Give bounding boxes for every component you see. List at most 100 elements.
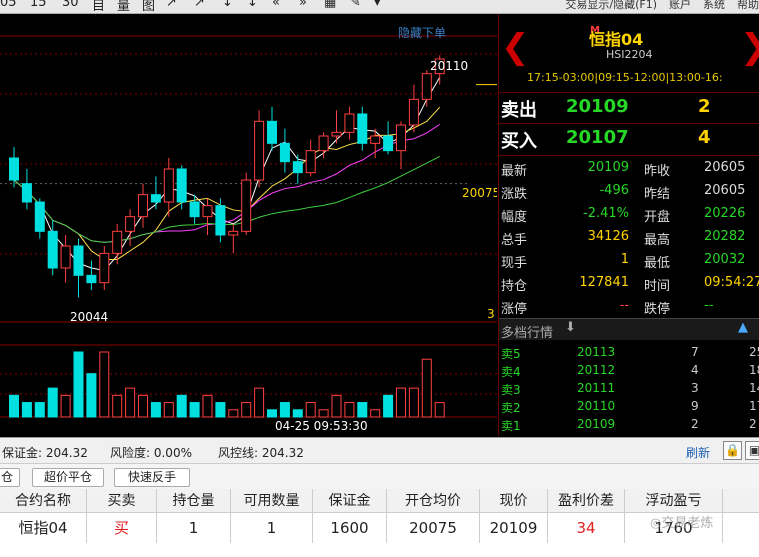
toolbar: 05 15 30 目量图 ↗ ↗ ↓ ↓ « » ▦ ✎ ▾ 交易显示/隐藏(F1) 账户 系统 帮助 xyxy=(0,0,759,14)
expand-icon[interactable]: ▣ xyxy=(745,441,759,460)
buy-price[interactable]: 20107 xyxy=(566,127,629,148)
column-header[interactable]: 开仓均价 xyxy=(387,489,480,512)
buy-row[interactable]: 买入 20107 4 xyxy=(499,123,759,154)
forward-icon[interactable]: » xyxy=(299,0,307,10)
candle-body xyxy=(279,142,290,163)
candle-body xyxy=(305,150,316,174)
toolbar-right-menu: 交易显示/隐藏(F1) 账户 系统 帮助 xyxy=(553,0,759,12)
next-contract-icon[interactable]: ❯ xyxy=(740,30,759,64)
ma-line-24 xyxy=(13,156,440,243)
volume-bar xyxy=(331,394,342,418)
menu-item-2[interactable]: 系统 xyxy=(703,0,725,11)
lock-icon[interactable]: 🔒 xyxy=(723,441,742,460)
stat-value: 1 xyxy=(620,252,629,267)
candle-body xyxy=(99,252,110,284)
column-header[interactable]: 合约名称 xyxy=(0,489,87,512)
refresh-link[interactable]: 刷新 xyxy=(686,444,710,461)
stat-label: 涨停 xyxy=(501,302,528,317)
table-cell: 买 xyxy=(87,513,157,543)
column-header[interactable]: 浮动盈亏 xyxy=(625,489,723,512)
depth-l: 卖1 xyxy=(501,419,521,433)
depth-row[interactable]: 卖5 20113 7 25 xyxy=(499,344,759,362)
stat-label: 时间 xyxy=(644,279,671,294)
grid-icon[interactable]: ▦ xyxy=(324,0,336,10)
depth-row[interactable]: 卖4 20112 4 18 xyxy=(499,362,759,380)
candle-body xyxy=(267,120,277,144)
depth-header[interactable]: 多档行情 ⬇ ▲ xyxy=(499,318,759,341)
dropdown-icon[interactable]: ▾ xyxy=(374,0,381,10)
arrow-icon[interactable]: ↗ xyxy=(194,0,205,10)
risk-text: 风险度: 0.00% xyxy=(110,446,192,460)
column-header[interactable]: 可用数量 xyxy=(231,489,313,512)
stat-value: -2.41% xyxy=(583,206,629,221)
kline-chart[interactable]: 20110 20044 20075 3 04-25 09:53:30 隐藏下单 xyxy=(0,14,497,436)
candle-body xyxy=(9,157,19,181)
volume-bar xyxy=(34,402,45,418)
position-price-label: 20075 xyxy=(462,186,497,200)
pen-icon[interactable]: ✎ xyxy=(350,0,361,10)
close-position-button[interactable]: 仓 xyxy=(0,468,20,487)
stat-value: 20605 xyxy=(704,160,746,175)
ma-line-3 xyxy=(13,77,441,271)
over-price-close-button[interactable]: 超价平仓 xyxy=(32,468,104,487)
menu-item-3[interactable]: 帮助 xyxy=(737,0,759,11)
sell-row[interactable]: 卖出 20109 2 xyxy=(499,92,759,123)
quick-reverse-button[interactable]: 快速反手 xyxy=(114,468,190,487)
volume-bar xyxy=(241,402,252,418)
candle-body xyxy=(125,216,136,232)
column-header[interactable]: 持仓量 xyxy=(157,489,231,512)
candle-body xyxy=(408,98,419,126)
menu-item-1[interactable]: 账户 xyxy=(669,0,691,11)
stat-label: 昨结 xyxy=(644,187,671,202)
volume-bar xyxy=(112,394,123,418)
sell-price[interactable]: 20109 xyxy=(566,96,629,117)
volume-bar xyxy=(228,409,239,418)
candle-body xyxy=(228,230,239,236)
prev-contract-icon[interactable]: ❮ xyxy=(501,30,530,64)
candle-body xyxy=(202,205,213,218)
volume-bar xyxy=(176,394,187,418)
down2-icon[interactable]: ↓ xyxy=(247,0,258,10)
candle-body xyxy=(421,73,432,100)
stat-label: 总手 xyxy=(501,233,528,248)
candle-body xyxy=(383,135,394,152)
menu-item-0[interactable]: 交易显示/隐藏(F1) xyxy=(565,0,657,11)
volume-button[interactable]: 量 xyxy=(117,0,130,13)
chevron-up-icon[interactable]: ▲ xyxy=(738,320,748,335)
candle-body xyxy=(254,120,265,181)
stat-value: 20109 xyxy=(587,160,629,175)
period-5-button[interactable]: 05 xyxy=(0,0,17,10)
period-30-button[interactable]: 30 xyxy=(62,0,79,10)
candle-body xyxy=(21,183,32,203)
candle-body xyxy=(292,161,303,174)
stat-value: 34126 xyxy=(587,229,629,244)
rewind-icon[interactable]: « xyxy=(272,0,280,10)
volume-bar xyxy=(254,387,265,418)
hide-order-link[interactable]: 隐藏下单 xyxy=(398,24,446,41)
stat-row: 涨停 -- 跌停 -- xyxy=(499,294,759,317)
down-icon[interactable]: ↓ xyxy=(222,0,233,10)
column-header[interactable]: 盈利价差 xyxy=(548,489,625,512)
column-header[interactable]: 买卖 xyxy=(87,489,157,512)
sell-label: 卖出 xyxy=(501,100,537,121)
depth-row[interactable]: 卖2 20110 9 17 xyxy=(499,398,759,416)
table-row[interactable]: 恒指04 买 1 1 1600 20075 20109 34 1760 xyxy=(0,513,759,543)
depth-row[interactable]: 卖3 20111 3 14 xyxy=(499,380,759,398)
low-price-label: 20044 xyxy=(70,310,108,324)
table-cell: 1 xyxy=(231,513,313,543)
chart-canvas[interactable]: 20110 20044 20075 3 04-25 09:53:30 xyxy=(0,14,497,436)
double-chevron-down-icon[interactable]: ⬇ xyxy=(565,320,576,335)
column-header[interactable]: 现价 xyxy=(480,489,548,512)
stat-row: 现手 1 最低 20032 xyxy=(499,248,759,271)
depth-row[interactable]: 卖1 20109 2 2 xyxy=(499,416,759,434)
period-15-button[interactable]: 15 xyxy=(30,0,47,10)
zoom-in-icon[interactable]: ↗ xyxy=(166,0,177,10)
depth-p: 20110 xyxy=(577,399,616,413)
chart-button[interactable]: 图 xyxy=(142,0,155,13)
axis-label: 3 xyxy=(487,307,495,321)
stat-value: -- xyxy=(704,298,714,313)
volume-bar xyxy=(434,402,445,418)
volume-bar xyxy=(73,351,84,418)
catalog-button[interactable]: 目 xyxy=(92,0,105,13)
column-header[interactable]: 保证金 xyxy=(313,489,387,512)
